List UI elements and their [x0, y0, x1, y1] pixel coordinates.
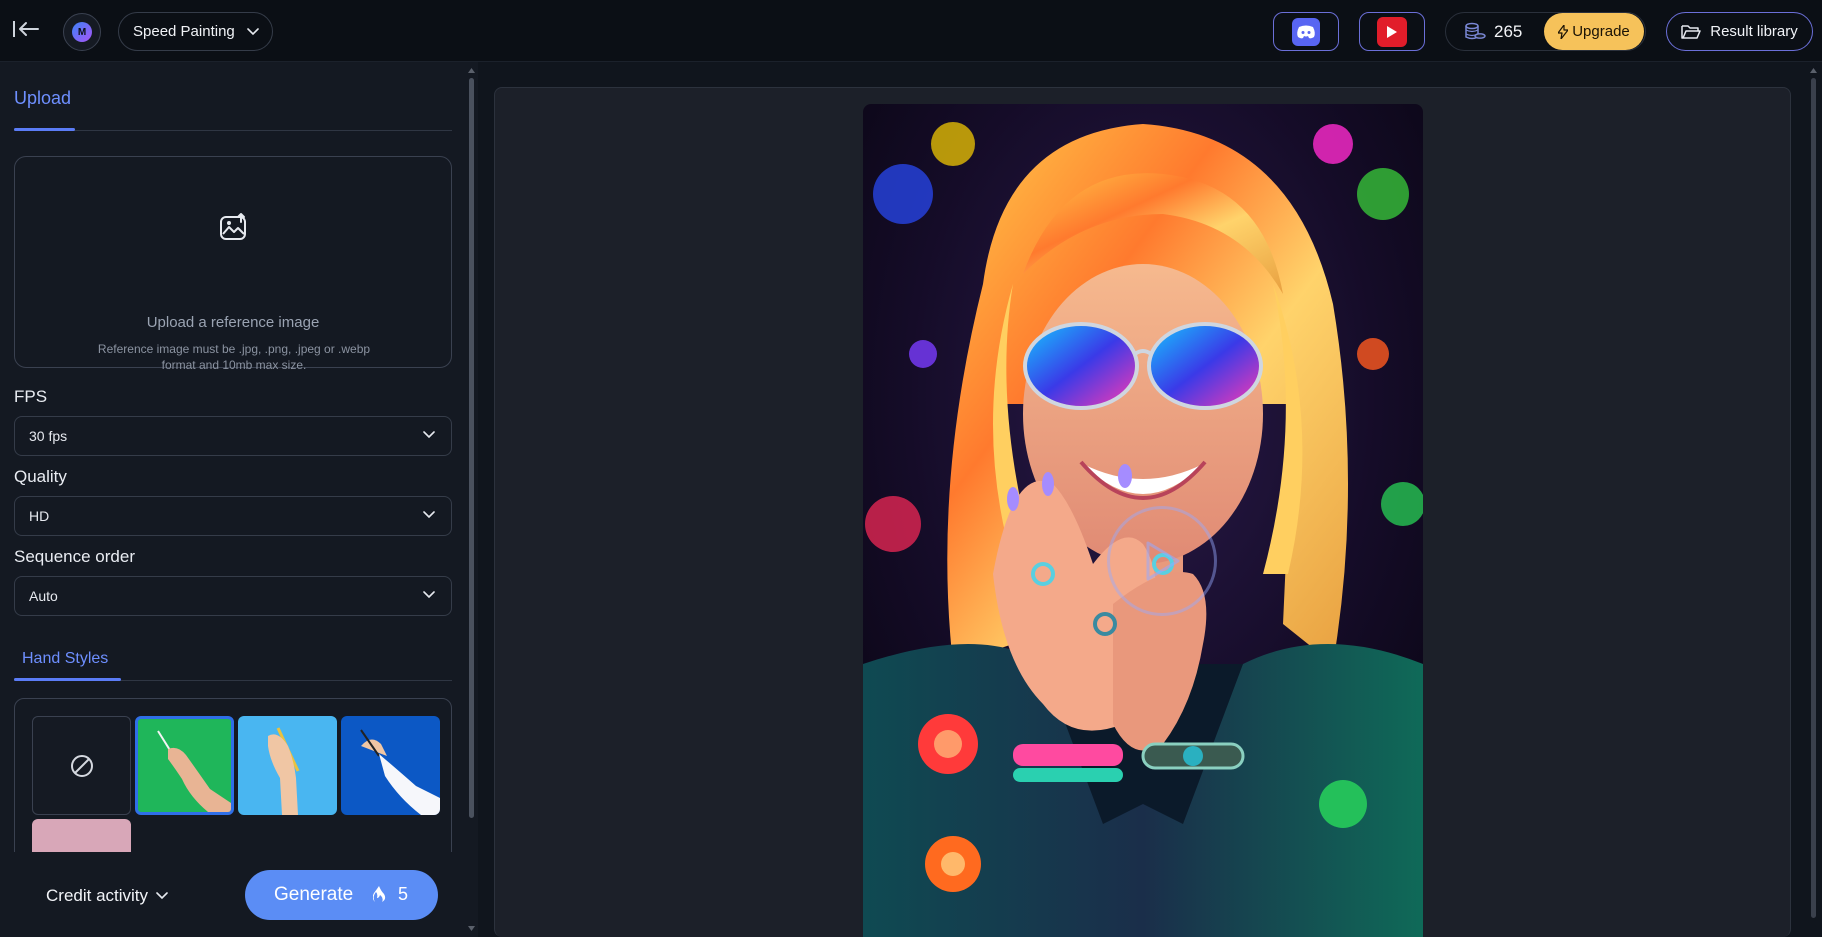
app-logo[interactable]: M	[63, 13, 101, 51]
generate-cost: 5	[372, 884, 408, 905]
tool-selector[interactable]: Speed Painting	[118, 12, 273, 51]
discord-icon	[1292, 17, 1320, 46]
image-upload-icon	[220, 213, 246, 240]
tool-selector-label: Speed Painting	[133, 23, 235, 40]
quality-select[interactable]: HD	[14, 496, 452, 536]
tab-hand-styles[interactable]: Hand Styles	[22, 650, 108, 668]
ban-icon	[70, 754, 93, 777]
hand-style-sky[interactable]	[238, 716, 337, 815]
upload-hint: Reference image must be .jpg, .png, .jpe…	[97, 342, 371, 372]
play-icon	[1146, 541, 1180, 581]
youtube-button[interactable]	[1359, 12, 1425, 51]
quality-value: HD	[29, 508, 50, 524]
generate-cost-value: 5	[397, 884, 408, 904]
sequence-order-value: Auto	[29, 588, 58, 604]
preview-canvas	[494, 87, 1791, 937]
discord-button[interactable]	[1273, 12, 1339, 51]
logo-mark: M	[72, 22, 92, 42]
settings-scroll-area[interactable]: Upload Upload a reference image Referenc…	[0, 62, 466, 852]
chevron-down-icon	[423, 431, 435, 439]
hand-pencil-image	[268, 727, 300, 815]
fps-select[interactable]: 30 fps	[14, 416, 452, 456]
chevron-down-icon	[246, 27, 259, 35]
hand-styles-active-indicator	[14, 678, 121, 681]
credits-count: 265	[1494, 21, 1523, 41]
collapse-sidebar-icon[interactable]	[12, 18, 40, 42]
upload-title: Upload a reference image	[146, 314, 320, 331]
hand-pen-image	[157, 730, 231, 812]
hand-style-none[interactable]	[32, 716, 131, 815]
hand-style-green[interactable]	[135, 716, 234, 815]
generate-label: Generate	[274, 884, 354, 905]
settings-panel: Upload Upload a reference image Referenc…	[0, 62, 478, 937]
chevron-down-icon	[423, 591, 435, 599]
settings-scroll-thumb[interactable]	[469, 78, 474, 818]
sequence-order-label: Sequence order	[14, 547, 135, 566]
youtube-icon	[1377, 16, 1407, 47]
hand-sleeve-image	[360, 729, 440, 815]
result-library-button[interactable]: Result library	[1666, 12, 1813, 51]
result-library-label: Result library	[1710, 23, 1798, 40]
chevron-down-icon	[156, 892, 168, 900]
hand-style-blue[interactable]	[341, 716, 440, 815]
sequence-order-select[interactable]: Auto	[14, 576, 452, 616]
top-bar: M Speed Painting 265 Upgrade Result libr…	[0, 0, 1822, 62]
quality-label: Quality	[14, 467, 67, 486]
upload-dropzone[interactable]: Upload a reference image Reference image…	[14, 156, 452, 372]
preview-scrollbar[interactable]	[1810, 68, 1818, 932]
upgrade-label: Upgrade	[1572, 23, 1630, 40]
flame-icon	[372, 886, 386, 902]
hand-styles-grid	[14, 698, 452, 852]
credits-panel: 265 Upgrade	[1445, 12, 1646, 51]
tab-active-indicator	[14, 128, 75, 131]
chevron-down-icon	[423, 511, 435, 519]
coins-icon	[1465, 22, 1486, 39]
play-button[interactable]	[1107, 506, 1217, 616]
lightning-icon	[1558, 24, 1569, 39]
generate-button[interactable]: Generate 5	[245, 870, 438, 920]
fps-value: 30 fps	[29, 428, 68, 444]
folder-icon	[1681, 24, 1701, 39]
action-bar: Credit activity Generate 5	[0, 852, 466, 937]
credit-activity-dropdown[interactable]: Credit activity	[46, 886, 168, 906]
credit-activity-label: Credit activity	[46, 886, 149, 905]
hand-style-pink[interactable]	[32, 819, 131, 852]
settings-scrollbar[interactable]	[468, 68, 475, 932]
fps-label: FPS	[14, 387, 48, 406]
preview-area	[478, 62, 1822, 937]
tab-upload[interactable]: Upload	[14, 88, 71, 109]
upgrade-button[interactable]: Upgrade	[1544, 13, 1644, 50]
tab-divider	[14, 130, 452, 131]
preview-scroll-thumb[interactable]	[1811, 78, 1816, 918]
